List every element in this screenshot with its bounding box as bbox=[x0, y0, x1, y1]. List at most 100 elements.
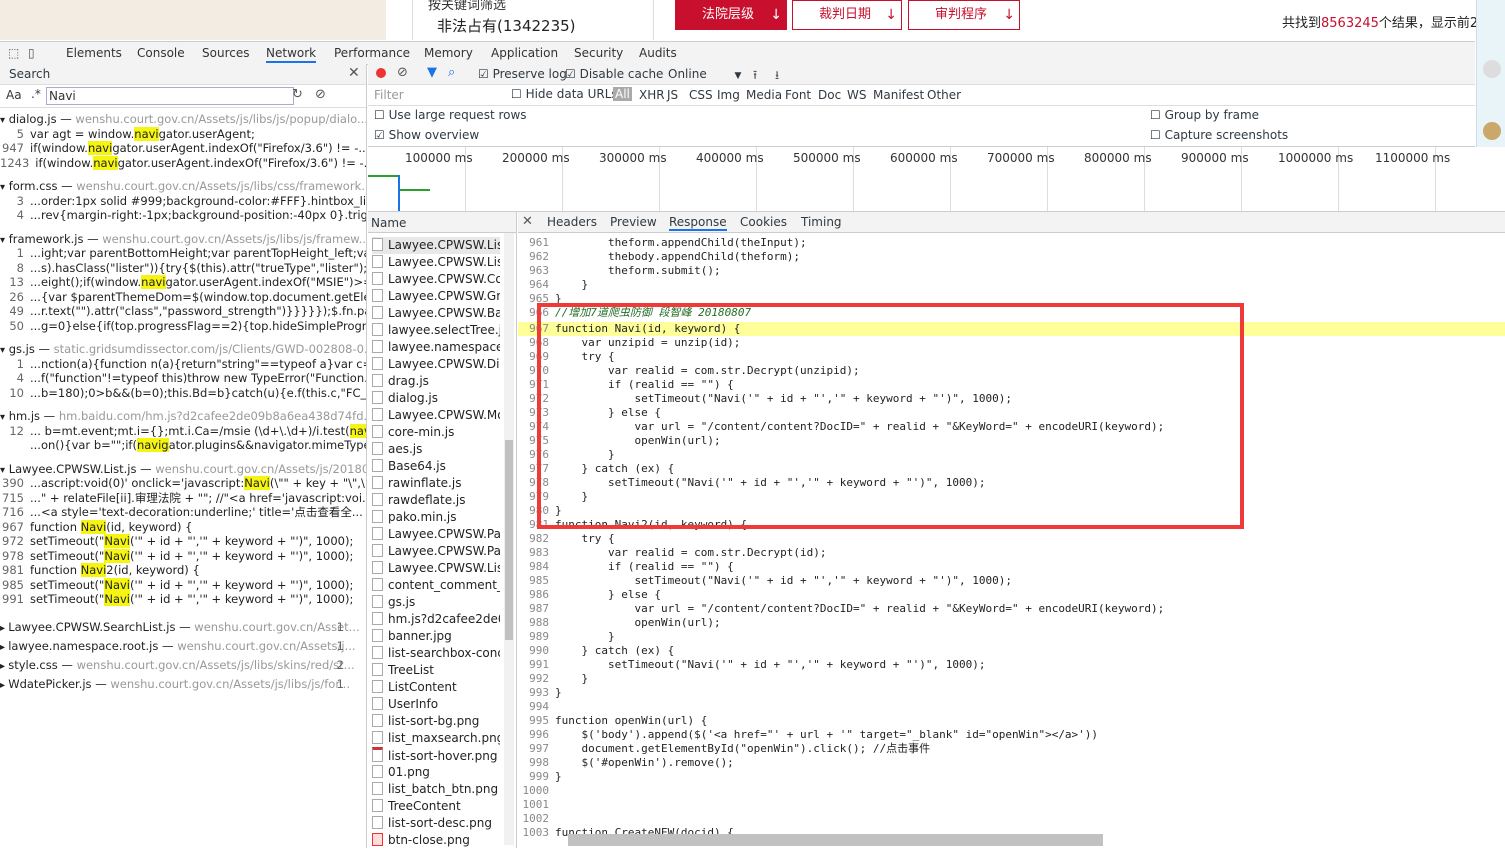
search-result-line[interactable]: 1 ...nction(a){function n(a){return"strin… bbox=[0, 357, 366, 372]
search-result-file-collapsed[interactable]: ▸ lawyee.namespace.root.js — wenshu.cour… bbox=[0, 639, 366, 656]
request-row[interactable]: list-sort-hover.png bbox=[372, 747, 500, 764]
search-result-line[interactable]: 991 setTimeout("Navi('" + id + "','" + ke… bbox=[0, 592, 366, 607]
type-filter-js[interactable]: JS bbox=[667, 88, 678, 102]
request-row[interactable]: ListContent bbox=[372, 679, 500, 696]
search-result-line[interactable]: 978 setTimeout("Navi('" + id + "','" + ke… bbox=[0, 548, 366, 564]
type-filter-font[interactable]: Font bbox=[785, 88, 811, 102]
match-case-toggle[interactable]: Aa bbox=[6, 88, 22, 102]
horizontal-scrollbar-thumb[interactable] bbox=[568, 834, 1103, 846]
request-row[interactable]: TreeList bbox=[372, 662, 500, 679]
search-result-line[interactable]: 3 ...order:1px solid #999;background-colo… bbox=[0, 194, 366, 209]
tab-console[interactable]: Console bbox=[137, 46, 185, 60]
tab-preview[interactable]: Preview bbox=[610, 215, 657, 229]
search-result-line[interactable]: 985 setTimeout("Navi('" + id + "','" + ke… bbox=[0, 577, 366, 593]
request-row[interactable]: list-sort-desc.png bbox=[372, 815, 500, 832]
tab-security[interactable]: Security bbox=[574, 46, 623, 60]
type-filter-manifest[interactable]: Manifest bbox=[873, 88, 924, 102]
request-row[interactable]: Lawyee.CPWSW.Mobi bbox=[372, 407, 500, 424]
search-input[interactable] bbox=[46, 87, 294, 105]
request-row[interactable]: gs.js bbox=[372, 594, 500, 611]
record-icon[interactable] bbox=[376, 68, 386, 78]
request-row[interactable]: Lawyee.CPWSW.Com. bbox=[372, 271, 500, 288]
inspect-icon[interactable]: ⬚ bbox=[8, 46, 19, 60]
tab-sources[interactable]: Sources bbox=[202, 46, 249, 60]
tab-timing[interactable]: Timing bbox=[801, 215, 842, 229]
show-overview-checkbox[interactable]: ☑ Show overview bbox=[374, 128, 479, 142]
request-row[interactable]: rawinflate.js bbox=[372, 475, 500, 492]
request-row[interactable]: Lawyee.CPWSW.GridS bbox=[372, 288, 500, 305]
expand-triangle-icon[interactable]: ▾ bbox=[0, 115, 5, 126]
keyword-filter-item[interactable]: 非法占有(1342235) bbox=[437, 15, 576, 36]
request-row[interactable]: btn-close.png bbox=[372, 832, 500, 849]
request-row[interactable]: Lawyee.CPWSW.DictD bbox=[372, 356, 500, 373]
network-timeline-overview[interactable]: 100000 ms 200000 ms 300000 ms 400000 ms 5000… bbox=[368, 147, 1505, 212]
type-filter-doc[interactable]: Doc bbox=[818, 88, 841, 102]
search-result-line[interactable]: 12 ... b=mt.event;mt.i={};mt.i.Ca=/msie (… bbox=[0, 423, 366, 439]
search-result-line[interactable]: 390 ...ascript:void(0)' onclick='javascri… bbox=[0, 476, 366, 491]
search-result-line[interactable]: 10 ...b=180);0>b&&(b=0);this.Bd=b}catch(u… bbox=[0, 386, 366, 401]
sort-procedure-button[interactable]: 审判程序 ↓ bbox=[908, 0, 1020, 30]
search-result-line[interactable]: 1 ...ight;var parentBottomHeight;var pare… bbox=[0, 246, 366, 261]
collapsed-triangle-icon[interactable]: ▸ bbox=[0, 623, 8, 634]
avatar-icon[interactable] bbox=[1483, 60, 1501, 78]
request-row[interactable]: Lawyee.CPWSW.ListE bbox=[372, 560, 500, 577]
regex-toggle[interactable]: .* bbox=[31, 87, 41, 101]
request-row[interactable]: list-searchbox-conditi bbox=[372, 645, 500, 662]
request-row[interactable]: banner.jpg bbox=[372, 628, 500, 645]
search-result-line[interactable]: 716 ...<a style='text-decoration:underlin… bbox=[0, 505, 366, 520]
request-row[interactable]: rawdeflate.js bbox=[372, 492, 500, 509]
type-filter-other[interactable]: Other bbox=[927, 88, 961, 102]
tab-memory[interactable]: Memory bbox=[424, 46, 473, 60]
request-row[interactable]: pako.min.js bbox=[372, 509, 500, 526]
close-icon[interactable]: ✕ bbox=[348, 65, 360, 81]
expand-triangle-icon[interactable]: ▾ bbox=[0, 182, 5, 193]
request-row[interactable]: list_maxsearch.png bbox=[372, 730, 500, 747]
filter-icon[interactable]: ▼ bbox=[427, 65, 437, 80]
tab-cookies[interactable]: Cookies bbox=[740, 215, 787, 229]
search-result-line[interactable]: 8 ...s).hasClass("lister")){try{$(this).a… bbox=[0, 261, 366, 276]
search-result-line[interactable]: 967 function Navi(id, keyword) { bbox=[0, 519, 366, 535]
clear-log-icon[interactable]: ⊘ bbox=[397, 65, 408, 80]
type-filter-css[interactable]: CSS bbox=[689, 88, 713, 102]
expand-triangle-icon[interactable]: ▾ bbox=[0, 235, 5, 246]
hide-data-urls-checkbox[interactable]: ☐ Hide data URLs bbox=[511, 87, 618, 101]
request-row[interactable]: content_comment_clc bbox=[372, 577, 500, 594]
expand-triangle-icon[interactable]: ▾ bbox=[0, 465, 5, 476]
device-toggle-icon[interactable]: ▯ bbox=[28, 46, 35, 60]
name-column-header[interactable]: Name bbox=[368, 212, 516, 233]
tab-response[interactable]: Response bbox=[669, 215, 727, 231]
search-result-file-collapsed[interactable]: ▸ Lawyee.CPWSW.SearchList.js — wenshu.co… bbox=[0, 620, 366, 637]
search-icon[interactable]: ⌕ bbox=[448, 65, 455, 80]
tab-performance[interactable]: Performance bbox=[334, 46, 410, 60]
throttle-select[interactable]: Online ▼ bbox=[668, 67, 741, 81]
collapsed-triangle-icon[interactable]: ▸ bbox=[0, 680, 8, 691]
request-row[interactable]: Lawyee.CPWSW.Page bbox=[372, 543, 500, 560]
close-detail-icon[interactable]: ✕ bbox=[522, 214, 533, 229]
request-row[interactable]: hm.js?d2cafee2de09 bbox=[372, 611, 500, 628]
expand-triangle-icon[interactable]: ▾ bbox=[0, 412, 5, 423]
request-row[interactable]: Lawyee.CPWSW.Baidu bbox=[372, 305, 500, 322]
disable-cache-checkbox[interactable]: ☑ Disable cache bbox=[565, 67, 663, 81]
search-result-line[interactable]: 49 ...r.text("").attr("class","password_s… bbox=[0, 304, 366, 319]
export-har-icon[interactable]: ⭳ bbox=[775, 66, 779, 87]
request-list-scroll-thumb[interactable] bbox=[505, 440, 513, 640]
search-result-line[interactable]: 50 ...g=0}else{if(top.progressFlag==2){to… bbox=[0, 319, 366, 334]
request-row[interactable]: drag.js bbox=[372, 373, 500, 390]
search-result-line[interactable]: 715 ..." + relateFile[ii].审理法院 + ""; //"<… bbox=[0, 491, 366, 506]
request-row[interactable]: 01.png bbox=[372, 764, 500, 781]
collapsed-triangle-icon[interactable]: ▸ bbox=[0, 661, 8, 672]
preserve-log-checkbox[interactable]: ☑ Preserve log bbox=[478, 67, 567, 81]
search-result-line[interactable]: 4 ...rev{margin-right:-1px;background-pos… bbox=[0, 208, 366, 223]
request-row[interactable]: UserInfo bbox=[372, 696, 500, 713]
filter-input[interactable]: Filter bbox=[374, 88, 404, 102]
sort-court-level-button[interactable]: 法院层级 ↓ bbox=[675, 0, 787, 30]
search-result-line[interactable]: 947 if(window.navigator.userAgent.indexOf… bbox=[0, 141, 366, 156]
clear-icon[interactable]: ⊘ bbox=[315, 87, 326, 102]
tab-elements[interactable]: Elements bbox=[66, 46, 122, 60]
group-by-frame-checkbox[interactable]: ☐ Group by frame bbox=[1150, 108, 1259, 122]
type-filter-xhr[interactable]: XHR bbox=[639, 88, 665, 102]
request-row[interactable]: lawyee.namespace.ro bbox=[372, 339, 500, 356]
search-result-line[interactable]: 1243 if(window.navigator.userAgent.indexO… bbox=[0, 155, 366, 171]
request-row[interactable]: core-min.js bbox=[372, 424, 500, 441]
search-result-line[interactable]: 26 ...{var $parentThemeDom=$(window.top.d… bbox=[0, 290, 366, 305]
